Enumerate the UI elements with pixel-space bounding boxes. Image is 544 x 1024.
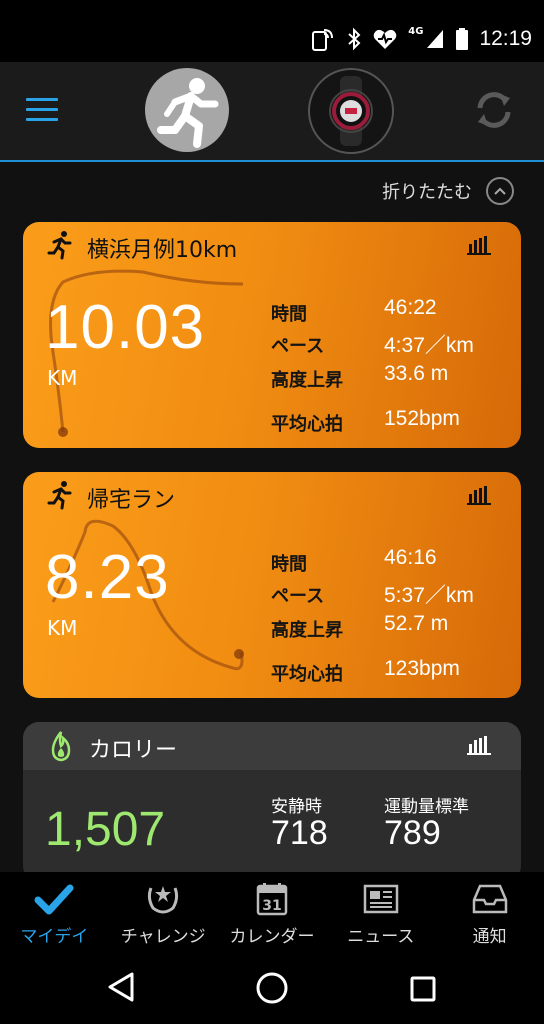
chevron-up-icon [486, 177, 514, 205]
battery-icon [456, 28, 469, 50]
nav-my-day[interactable]: マイデイ [0, 872, 109, 950]
bar-chart-icon[interactable] [467, 484, 491, 510]
stat-label: 平均心拍 [271, 664, 343, 685]
network-type: 4G [408, 25, 424, 37]
stat-label: 高度上昇 [271, 620, 343, 641]
nav-label: 通知 [472, 927, 507, 947]
signal-icon [427, 30, 444, 48]
collapse-button[interactable]: 折りたたむ [382, 177, 514, 205]
stat-value: 52.7 m [384, 612, 449, 635]
watch-icon[interactable] [308, 68, 394, 154]
stat-label: 時間 [271, 304, 307, 325]
nav-label: チャレンジ [120, 927, 206, 947]
nav-news[interactable]: ニュース [326, 872, 435, 950]
distance-value: 8.23 [45, 543, 170, 612]
home-circle-icon[interactable] [254, 970, 290, 1006]
my-day-feed[interactable]: 折りたたむ 横浜月例10km 10.03 KM 時間 46:22 ペース 4:3… [0, 162, 544, 872]
calorie-total: 1,507 [45, 803, 166, 856]
stat-value: 46:22 [384, 296, 437, 319]
flame-icon [47, 730, 75, 766]
nfc-icon [312, 29, 334, 51]
activity-title: 帰宅ラン [87, 488, 176, 513]
nav-label: カレンダー [229, 927, 315, 947]
activity-card[interactable]: 帰宅ラン 8.23 KM 時間 46:16 ペース 5:37／km 高度上昇 5… [23, 472, 521, 698]
calendar-day: 31 [262, 898, 281, 914]
distance-unit: KM [47, 366, 78, 390]
stat-value: 4:37／km [384, 334, 474, 357]
collapse-label: 折りたたむ [382, 182, 472, 203]
bluetooth-icon [348, 27, 361, 51]
hamburger-icon[interactable] [26, 98, 58, 122]
stat-label: 時間 [271, 554, 307, 575]
runner-avatar-icon[interactable] [145, 68, 229, 152]
distance-value: 10.03 [45, 293, 206, 362]
activity-card[interactable]: 横浜月例10km 10.03 KM 時間 46:22 ペース 4:37／km 高… [23, 222, 521, 448]
distance-unit: KM [47, 616, 78, 640]
status-icons: 4G 12:19 [310, 24, 532, 54]
stat-label: 平均心拍 [271, 414, 343, 435]
running-icon [45, 480, 75, 514]
sync-icon[interactable] [472, 88, 516, 132]
stat-value: 46:16 [384, 546, 437, 569]
nav-notifications[interactable]: 通知 [435, 872, 544, 950]
recents-square-icon[interactable] [408, 974, 438, 1004]
laurel-icon [148, 886, 179, 914]
nav-calendar[interactable]: 31 カレンダー [218, 872, 327, 950]
bar-chart-icon[interactable] [467, 734, 491, 760]
calorie-card[interactable]: カロリー 1,507 安静時 718 運動量標準 789 [23, 722, 521, 872]
calendar-icon: 31 [256, 883, 288, 916]
inbox-icon [472, 884, 507, 914]
calorie-title: カロリー [89, 738, 178, 763]
bottom-nav: マイデイ チャレンジ 31 カレンダー ニュース 通知 [0, 872, 544, 950]
stat-value: 123bpm [384, 657, 460, 680]
stat-value: 5:37／km [384, 584, 474, 607]
activity-title: 横浜月例10km [87, 238, 238, 263]
running-icon [45, 230, 75, 264]
back-triangle-icon[interactable] [106, 970, 136, 1004]
clock: 12:19 [479, 27, 532, 50]
stat-label: ペース [271, 336, 325, 357]
nav-challenge[interactable]: チャレンジ [109, 872, 218, 950]
stat-label: 高度上昇 [271, 370, 343, 391]
heart-device-icon [373, 29, 397, 49]
check-icon [34, 884, 74, 915]
nav-label: マイデイ [20, 927, 89, 947]
app-header [0, 62, 544, 160]
nav-label: ニュース [347, 927, 415, 947]
news-icon [363, 884, 399, 914]
bar-chart-icon[interactable] [467, 234, 491, 260]
stat-label: ペース [271, 586, 325, 607]
resting-value: 718 [271, 814, 328, 852]
system-nav-bar [0, 950, 544, 1024]
stat-value: 33.6 m [384, 362, 449, 385]
stat-value: 152bpm [384, 407, 460, 430]
active-value: 789 [384, 814, 441, 852]
